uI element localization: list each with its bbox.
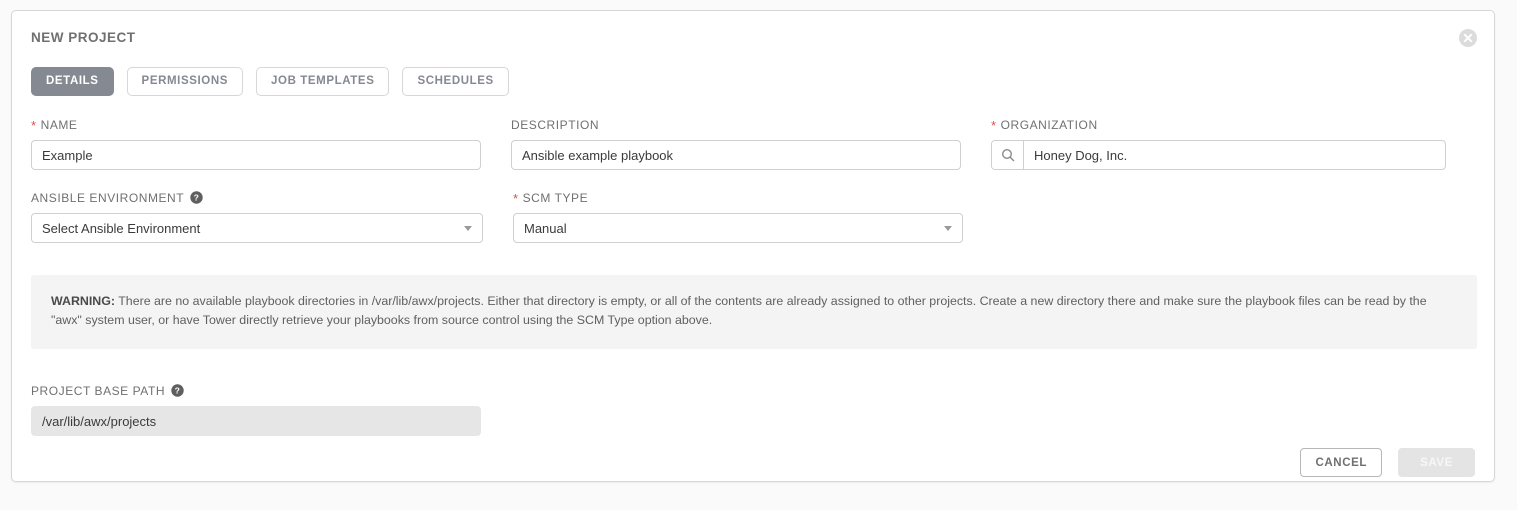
field-description: DESCRIPTION (511, 117, 961, 170)
required-asterisk: * (513, 191, 519, 206)
tab-bar: DETAILS PERMISSIONS JOB TEMPLATES SCHEDU… (31, 67, 509, 96)
ansible-environment-label-text: ANSIBLE ENVIRONMENT (31, 190, 185, 205)
organization-input[interactable] (1024, 141, 1445, 169)
form-actions: CANCEL SAVE (1300, 448, 1475, 477)
question-circle-icon[interactable]: ? (190, 191, 203, 204)
project-base-path-label-text: PROJECT BASE PATH (31, 383, 166, 398)
cancel-button[interactable]: CANCEL (1300, 448, 1382, 477)
required-asterisk: * (31, 118, 37, 133)
svg-text:?: ? (194, 193, 200, 203)
tab-permissions[interactable]: PERMISSIONS (126, 67, 244, 96)
warning-prefix: WARNING: (51, 294, 116, 308)
organization-label: * ORGANIZATION (991, 117, 1446, 133)
search-icon[interactable] (992, 141, 1024, 169)
description-label-text: DESCRIPTION (511, 117, 600, 132)
close-icon[interactable] (1458, 28, 1478, 48)
svg-text:?: ? (175, 386, 181, 396)
warning-message: WARNING: There are no available playbook… (51, 292, 1457, 330)
scm-type-label: * SCM TYPE (513, 190, 963, 206)
save-button: SAVE (1398, 448, 1475, 477)
warning-panel: WARNING: There are no available playbook… (31, 275, 1477, 349)
warning-body: There are no available playbook director… (51, 294, 1427, 327)
form-row-1: * NAME DESCRIPTION * ORGANIZATION (31, 117, 1475, 170)
field-name: * NAME (31, 117, 481, 170)
ansible-environment-select[interactable]: Select Ansible Environment (31, 213, 483, 243)
required-asterisk: * (991, 118, 997, 133)
description-label: DESCRIPTION (511, 117, 961, 132)
chevron-down-icon (944, 226, 952, 231)
scm-type-label-text: SCM TYPE (522, 190, 589, 205)
tab-schedules[interactable]: SCHEDULES (402, 67, 509, 96)
name-label: * NAME (31, 117, 481, 133)
question-circle-icon[interactable]: ? (171, 384, 184, 397)
scm-type-value: Manual (524, 220, 567, 236)
new-project-panel: NEW PROJECT DETAILS PERMISSIONS JOB TEMP… (11, 10, 1495, 482)
ansible-environment-value: Select Ansible Environment (42, 220, 201, 236)
project-base-path-label: PROJECT BASE PATH ? (31, 383, 481, 398)
tab-details[interactable]: DETAILS (31, 67, 114, 96)
scm-type-select[interactable]: Manual (513, 213, 963, 243)
page-title: NEW PROJECT (31, 30, 136, 45)
chevron-down-icon (464, 226, 472, 231)
field-scm-type: * SCM TYPE Manual (513, 190, 963, 243)
description-input[interactable] (511, 140, 961, 170)
field-ansible-environment: ANSIBLE ENVIRONMENT ? Select Ansible Env… (31, 190, 483, 243)
name-label-text: NAME (40, 117, 78, 132)
project-form: * NAME DESCRIPTION * ORGANIZATION (31, 117, 1475, 243)
form-row-2: ANSIBLE ENVIRONMENT ? Select Ansible Env… (31, 190, 1475, 243)
tab-job-templates[interactable]: JOB TEMPLATES (256, 67, 390, 96)
ansible-environment-label: ANSIBLE ENVIRONMENT ? (31, 190, 483, 205)
organization-lookup (991, 140, 1446, 170)
organization-label-text: ORGANIZATION (1000, 117, 1098, 132)
name-input[interactable] (31, 140, 481, 170)
field-project-base-path: PROJECT BASE PATH ? (31, 383, 481, 436)
project-base-path-input (31, 406, 481, 436)
field-organization: * ORGANIZATION (991, 117, 1446, 170)
